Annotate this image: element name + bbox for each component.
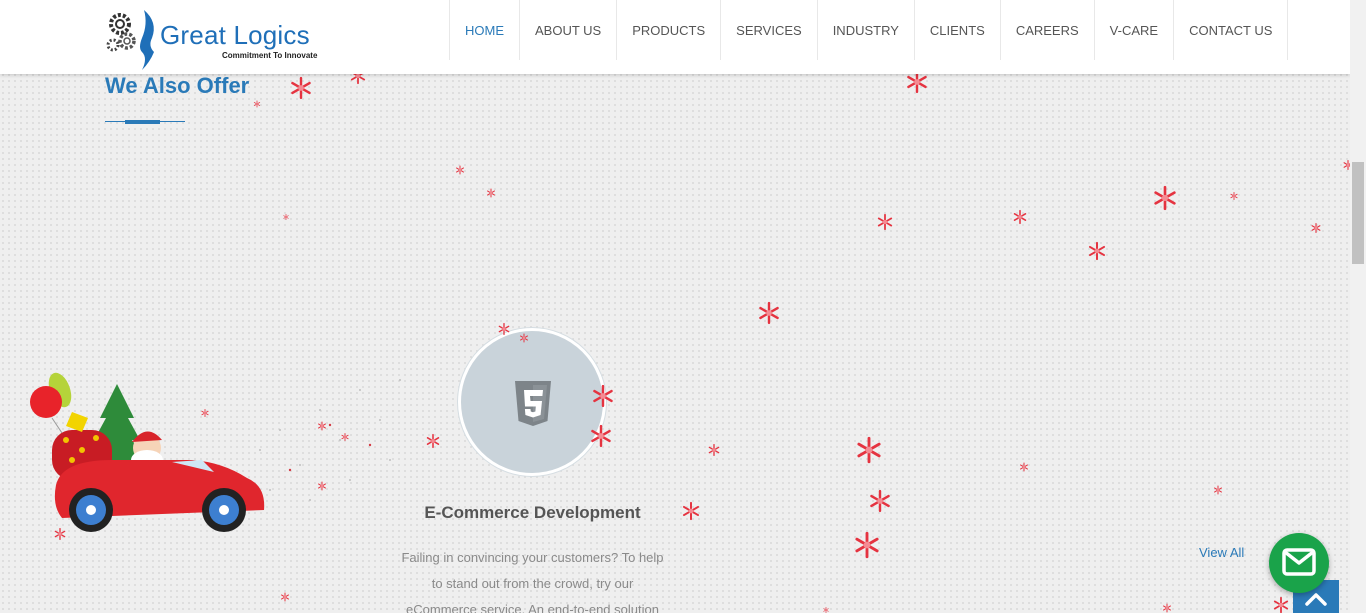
nav-products[interactable]: PRODUCTS <box>616 0 720 60</box>
service-title[interactable]: E-Commerce Development <box>380 503 685 523</box>
brand-name: Great Logics <box>160 20 310 50</box>
nav-industry[interactable]: INDUSTRY <box>816 0 914 60</box>
page-scrollbar[interactable] <box>1350 0 1366 613</box>
nav-v-care[interactable]: V-CARE <box>1093 0 1173 60</box>
main-nav: HOME ABOUT US PRODUCTS SERVICES INDUSTRY… <box>449 0 1289 60</box>
santa-car-illustration <box>30 372 265 532</box>
chevron-up-icon <box>1305 593 1327 606</box>
nav-about-us[interactable]: ABOUT US <box>519 0 616 60</box>
envelope-icon <box>1282 548 1316 576</box>
html5-icon <box>515 381 551 426</box>
brand-tagline: Commitment To Innovate <box>222 51 318 60</box>
nav-contact-us[interactable]: CONTACT US <box>1173 0 1289 60</box>
brand-logo[interactable]: Great Logics Commitment To Innovate <box>104 6 324 72</box>
gears-logo-icon <box>106 10 154 70</box>
contact-mail-button[interactable] <box>1269 533 1329 593</box>
nav-home[interactable]: HOME <box>449 0 519 60</box>
service-description: Failing in convincing your customers? To… <box>401 550 664 613</box>
scrollbar-thumb[interactable] <box>1352 162 1364 264</box>
nav-careers[interactable]: CAREERS <box>999 0 1094 60</box>
section-title: We Also Offer <box>105 73 250 98</box>
nav-clients[interactable]: CLIENTS <box>913 0 1000 60</box>
title-underline-accent <box>125 120 160 124</box>
site-header: Great Logics Commitment To Innovate HOME… <box>0 0 1350 74</box>
view-all-link[interactable]: View All <box>1199 545 1244 560</box>
nav-services[interactable]: SERVICES <box>720 0 817 60</box>
service-icon-circle[interactable] <box>458 328 606 476</box>
